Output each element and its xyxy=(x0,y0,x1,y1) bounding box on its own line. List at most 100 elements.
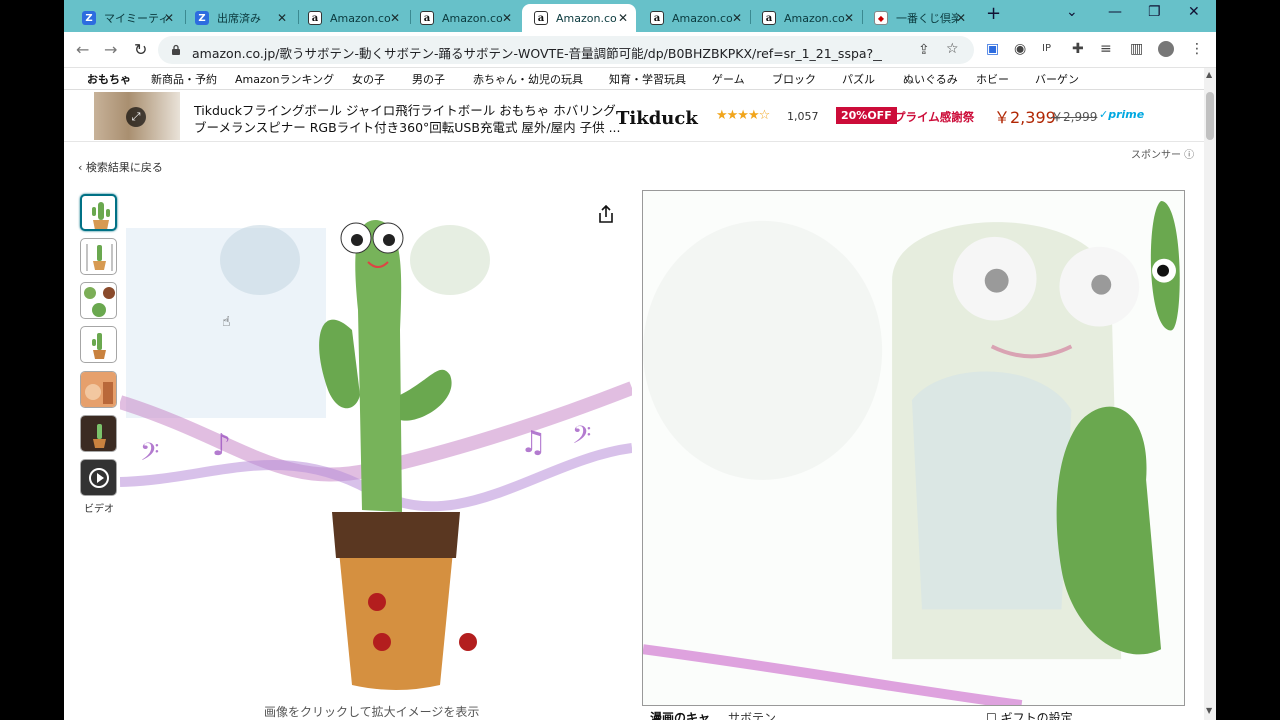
sponsor-label[interactable]: スポンサー ⓘ xyxy=(1131,146,1194,161)
cat-plush[interactable]: ぬいぐるみ xyxy=(903,71,958,87)
tab-search-chevron-icon[interactable]: ⌄ xyxy=(1066,4,1078,20)
side-panel-icon[interactable]: ▥ xyxy=(1130,41,1143,57)
tab-zoom-meetings[interactable]: Z マイミーティング ✕ xyxy=(70,4,182,32)
banner-title-line2[interactable]: ブーメランスピナー RGBライト付き360°回転USB充電式 屋外/屋内 子供 … xyxy=(194,117,621,136)
banner-video-thumbnail[interactable]: ⤢ xyxy=(94,92,180,140)
svg-text:𝄢: 𝄢 xyxy=(572,421,591,456)
cat-bargain[interactable]: バーゲン xyxy=(1035,71,1079,87)
deal-badge: 20%OFF xyxy=(836,107,897,124)
svg-text:𝄢: 𝄢 xyxy=(140,438,159,473)
video-label: ビデオ xyxy=(84,504,114,515)
cat-new-releases[interactable]: 新商品・予約 xyxy=(151,71,217,87)
scrollbar-thumb[interactable] xyxy=(1206,92,1214,140)
url-text: amazon.co.jp/歌うサボテン-動くサボテン-踊るサボテン-WOVTE-… xyxy=(192,46,882,61)
main-product-image[interactable]: 𝄢 ♪ ♫ 𝄢 ☝ xyxy=(120,190,632,695)
ip-extension-icon[interactable]: IP xyxy=(1042,43,1051,54)
close-icon[interactable]: ✕ xyxy=(390,11,400,25)
amazon-favicon-icon: a xyxy=(534,11,548,25)
amazon-favicon-icon: a xyxy=(420,11,434,25)
brand-logo[interactable]: Tikduck xyxy=(616,108,698,129)
thumbnail-cactus-front[interactable] xyxy=(80,194,117,231)
cat-puzzles[interactable]: パズル xyxy=(842,71,875,87)
cat-blocks[interactable]: ブロック xyxy=(772,71,816,87)
thumbnail-cactus-lifestyle[interactable] xyxy=(80,371,117,408)
svg-text:♪: ♪ xyxy=(212,428,231,463)
reload-icon[interactable]: ↻ xyxy=(134,40,147,59)
heading-partial: 漫画のキャ xyxy=(650,711,711,720)
tab-amazon-2[interactable]: a Amazon.co ✕ xyxy=(408,4,520,32)
click-to-zoom-caption: 画像をクリックして拡大イメージを表示 xyxy=(264,705,480,719)
scroll-down-icon[interactable]: ▼ xyxy=(1206,706,1212,715)
browser-toolbar: ← → ↻ amazon.co.jp/歌うサボテン-動くサボテン-踊るサボテン-… xyxy=(64,32,1216,68)
thumbnail-cactus-dimensions[interactable] xyxy=(80,238,117,275)
thumbnail-cactus-features[interactable] xyxy=(80,282,117,319)
svg-text:♫: ♫ xyxy=(520,425,547,460)
tab-amazon-5[interactable]: a Amazon.co ✕ xyxy=(750,4,862,32)
cat-toys[interactable]: おもちゃ xyxy=(87,71,131,87)
new-tab-button[interactable]: + xyxy=(986,3,1001,24)
amazon-favicon-icon: a xyxy=(762,11,776,25)
close-icon[interactable]: ✕ xyxy=(956,11,966,25)
cat-educational[interactable]: 知育・学習玩具 xyxy=(609,71,686,87)
close-icon[interactable]: ✕ xyxy=(164,11,174,25)
forward-arrow-icon[interactable]: → xyxy=(104,40,117,59)
thumbnail-cactus-dark[interactable] xyxy=(80,415,117,452)
minimize-button[interactable]: — xyxy=(1108,4,1122,20)
amazon-favicon-icon: a xyxy=(308,11,322,25)
banner-price: ￥2,399 xyxy=(994,108,1056,127)
address-bar[interactable]: amazon.co.jp/歌うサボテン-動くサボテン-踊るサボテン-WOVTE-… xyxy=(158,36,974,64)
tab-title: 出席済み xyxy=(217,12,261,25)
banner-old-price: ￥2,999 xyxy=(1051,110,1098,124)
cat-boys[interactable]: 男の子 xyxy=(412,71,445,87)
profile-avatar[interactable] xyxy=(1158,41,1174,57)
expand-icon[interactable]: ⤢ xyxy=(126,107,146,127)
share-icon[interactable] xyxy=(598,205,614,223)
browser-window: Z マイミーティング ✕ Z 出席済み ✕ a Amazon.co ✕ a Am… xyxy=(64,0,1216,720)
sponsored-banner[interactable]: ⤢ Tikduckフライングボール ジャイロ飛行ライトボール おもちゃ ホバリン… xyxy=(64,90,1204,142)
cat-hobby[interactable]: ホビー xyxy=(976,71,1009,87)
tab-amazon-4[interactable]: a Amazon.co ✕ xyxy=(638,4,750,32)
cat-ranking[interactable]: Amazonランキング xyxy=(235,71,334,87)
amazon-favicon-icon: a xyxy=(650,11,664,25)
window-close-button[interactable]: ✕ xyxy=(1188,4,1200,20)
bookmark-star-icon[interactable]: ☆ xyxy=(946,41,959,57)
gift-option-checkbox[interactable]: ☐ ギフトの設定 xyxy=(986,709,1073,720)
tab-title: Amazon.co xyxy=(442,11,503,25)
category-nav: おもちゃ 新商品・予約 Amazonランキング 女の子 男の子 赤ちゃん・幼児の… xyxy=(64,68,1216,90)
close-icon[interactable]: ✕ xyxy=(732,11,742,25)
chrome-menu-icon[interactable]: ⋮ xyxy=(1190,41,1204,57)
star-rating: ★★★★☆ xyxy=(716,108,770,123)
zoom-favicon-icon: Z xyxy=(82,11,96,25)
zoom-favicon-icon: Z xyxy=(195,11,209,25)
cat-girls[interactable]: 女の子 xyxy=(352,71,385,87)
deal-text: プライム感謝祭 xyxy=(894,110,975,124)
tab-title: Amazon.co xyxy=(784,11,845,25)
tab-title: Amazon.co xyxy=(672,11,733,25)
translate-extension-icon[interactable]: ▣ xyxy=(986,41,999,57)
camera-extension-icon[interactable]: ◉ xyxy=(1014,41,1026,57)
tag-partial: サボテン xyxy=(728,711,777,720)
back-arrow-icon[interactable]: ← xyxy=(76,40,89,59)
back-to-results-link[interactable]: ‹ 検索結果に戻る xyxy=(78,159,163,175)
close-icon[interactable]: ✕ xyxy=(277,11,287,25)
tab-amazon-1[interactable]: a Amazon.co ✕ xyxy=(296,4,408,32)
restore-button[interactable]: ❐ xyxy=(1148,4,1161,20)
review-count[interactable]: 1,057 xyxy=(787,110,819,123)
close-icon[interactable]: ✕ xyxy=(502,11,512,25)
extensions-puzzle-icon[interactable]: ✚ xyxy=(1072,41,1084,57)
tab-ichiban[interactable]: ◆ 一番くじ倶楽部 ✕ xyxy=(862,4,974,32)
tab-title: Amazon.co xyxy=(330,11,391,25)
cat-baby-toys[interactable]: 赤ちゃん・幼児の玩具 xyxy=(473,71,583,87)
close-icon[interactable]: ✕ xyxy=(844,11,854,25)
media-control-icon[interactable]: ≡ xyxy=(1100,41,1112,57)
tab-amazon-active[interactable]: a Amazon.co ✕ xyxy=(522,4,636,32)
scroll-up-icon[interactable]: ▲ xyxy=(1206,70,1212,79)
tab-title: Amazon.co xyxy=(556,11,617,25)
close-icon[interactable]: ✕ xyxy=(618,11,628,25)
tab-zoom-attended[interactable]: Z 出席済み ✕ xyxy=(183,4,295,32)
page-scrollbar[interactable]: ▲ ▼ xyxy=(1204,68,1216,720)
share-page-icon[interactable]: ⇪ xyxy=(918,42,930,58)
thumbnail-cactus-pot[interactable] xyxy=(80,326,117,363)
thumbnail-video[interactable] xyxy=(80,459,117,496)
cat-games[interactable]: ゲーム xyxy=(712,71,745,87)
